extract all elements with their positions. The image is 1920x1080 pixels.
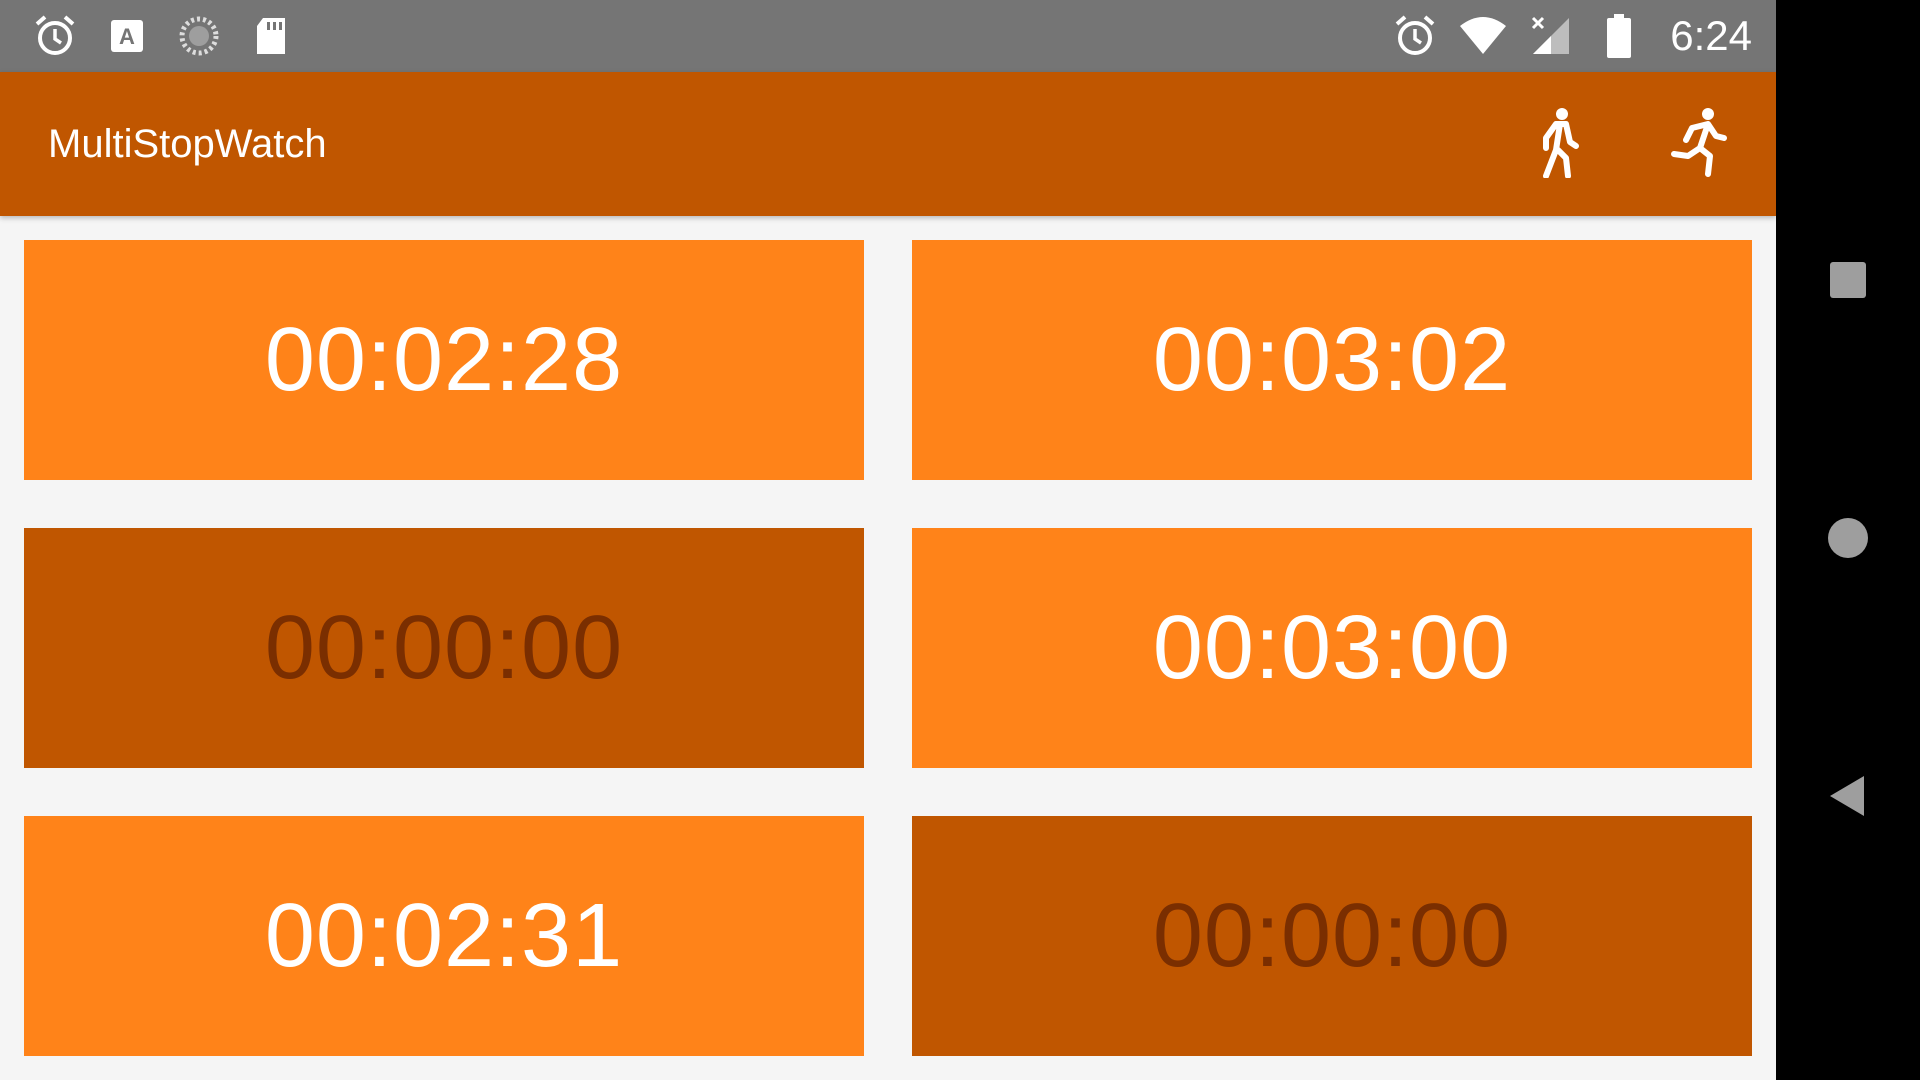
- stopwatch-time: 00:02:28: [264, 309, 624, 410]
- navigation-bar: [1776, 0, 1920, 1080]
- stopwatch-tile-1[interactable]: 00:02:28: [24, 240, 864, 480]
- back-triangle-icon: [1828, 774, 1868, 822]
- stopwatch-tile-3[interactable]: 00:00:00: [24, 528, 864, 768]
- app-screen: A 6:24 MultiStopWatch 00:02:28 00:03:02 …: [0, 0, 1776, 1080]
- keyboard-a-icon: A: [102, 11, 152, 61]
- alarm-icon: [30, 11, 80, 61]
- stopwatch-time: 00:00:00: [1152, 885, 1512, 986]
- stopwatch-time: 00:03:00: [1152, 597, 1512, 698]
- walk-mode-button[interactable]: [1512, 96, 1608, 192]
- stopwatch-tile-6[interactable]: 00:00:00: [912, 816, 1752, 1056]
- wifi-icon: [1458, 11, 1508, 61]
- app-bar: MultiStopWatch: [0, 72, 1776, 216]
- sync-spinner-icon: [174, 11, 224, 61]
- stopwatch-tile-2[interactable]: 00:03:02: [912, 240, 1752, 480]
- alarm-icon: [1390, 11, 1440, 61]
- battery-icon: [1594, 11, 1644, 61]
- recents-button[interactable]: [1812, 246, 1884, 318]
- stopwatch-tile-4[interactable]: 00:03:00: [912, 528, 1752, 768]
- home-circle-icon: [1826, 516, 1870, 564]
- run-mode-button[interactable]: [1652, 96, 1748, 192]
- walk-icon: [1532, 106, 1588, 182]
- run-icon: [1670, 106, 1730, 182]
- status-bar: A 6:24: [0, 0, 1776, 72]
- back-button[interactable]: [1812, 762, 1884, 834]
- stopwatch-time: 00:03:02: [1152, 309, 1512, 410]
- svg-text:A: A: [119, 24, 135, 49]
- stopwatch-time: 00:00:00: [264, 597, 624, 698]
- stopwatch-time: 00:02:31: [264, 885, 624, 986]
- sd-card-icon: [246, 11, 296, 61]
- recents-square-icon: [1828, 260, 1868, 304]
- no-signal-icon: [1526, 11, 1576, 61]
- status-time: 6:24: [1670, 12, 1752, 59]
- stopwatch-tile-5[interactable]: 00:02:31: [24, 816, 864, 1056]
- app-title: MultiStopWatch: [48, 122, 327, 166]
- home-button[interactable]: [1812, 504, 1884, 576]
